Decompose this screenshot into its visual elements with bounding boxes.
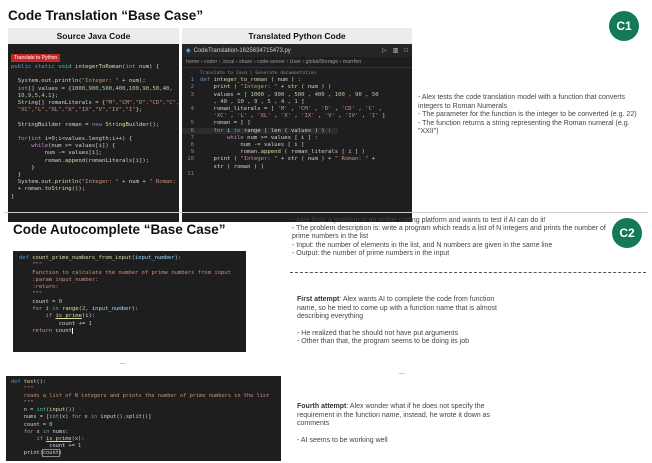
- first-attempt-description: First attempt: Alex wants AI to complete…: [297, 296, 509, 322]
- java-code: public static void integerToRoman(int nu…: [11, 64, 179, 200]
- first-attempt-code: def count_prime_numbers_from_input(input…: [19, 255, 231, 334]
- java-translate-tab[interactable]: Translate to Python: [11, 54, 61, 62]
- python-file-tab[interactable]: CodeTranslation-1625634715473.py: [194, 48, 291, 54]
- python-code: Translate to Java | Generate documentati…: [182, 68, 412, 178]
- intro-line: - The problem description is: write a pr…: [292, 225, 606, 241]
- java-panel: Source Java Code Translate to Python pub…: [8, 28, 179, 222]
- first-attempt-label: First attempt: [297, 296, 340, 303]
- more-actions-icon[interactable]: □: [404, 48, 408, 54]
- fourth-attempt-description: Fourth attempt: Alex wonder what if he d…: [297, 403, 513, 429]
- python-header: Translated Python Code: [182, 28, 412, 44]
- fourth-attempt-note: - AI seems to be working well: [297, 436, 388, 444]
- split-editor-icon[interactable]: ▥: [393, 47, 399, 54]
- left-ellipsis: ...: [120, 359, 126, 366]
- fourth-attempt-editor[interactable]: def test(): """ reads a list of N intege…: [6, 376, 281, 461]
- intro-line: - Alex finds a problem in an online codi…: [292, 217, 546, 224]
- python-breadcrumb[interactable]: home › coder › .local › share › code-ser…: [182, 57, 412, 68]
- section2-intro: - Alex finds a problem in an online codi…: [292, 217, 610, 258]
- first-attempt-editor[interactable]: def count_prime_numbers_from_input(input…: [13, 251, 246, 352]
- section2-title: Code Autocomplete “Base Case”: [13, 222, 226, 237]
- intro-line: - Input: the number of elements in the l…: [292, 241, 553, 249]
- python-panel: Translated Python Code ◆ CodeTranslation…: [182, 28, 412, 222]
- java-header: Source Java Code: [8, 28, 179, 44]
- section1-title: Code Translation “Base Case”: [8, 8, 204, 23]
- fourth-attempt-notes: Fourth attempt: Alex wonder what if he d…: [297, 403, 513, 445]
- java-editor[interactable]: Translate to Python public static void i…: [8, 44, 179, 222]
- section1-note: - The parameter for the function is the …: [418, 111, 637, 119]
- dashed-separator: [290, 272, 646, 273]
- first-attempt-note: - Other than that, the program seems to …: [297, 338, 469, 346]
- c2-badge: C2: [612, 218, 642, 248]
- section-divider: [4, 212, 648, 213]
- first-attempt-note: - He realized that he should not have pu…: [297, 329, 459, 337]
- first-attempt-notes: First attempt: Alex wants AI to complete…: [297, 296, 509, 347]
- c1-badge: C1: [609, 11, 639, 41]
- fourth-attempt-code: def test(): """ reads a list of N intege…: [11, 379, 270, 457]
- right-ellipsis: ...: [399, 369, 405, 376]
- section1-note: - Alex tests the code translation model …: [418, 94, 625, 110]
- python-titlebar: ◆ CodeTranslation-1625634715473.py ▷ ▥ □: [182, 44, 412, 57]
- python-file-icon: ◆: [186, 48, 191, 54]
- python-editor[interactable]: ◆ CodeTranslation-1625634715473.py ▷ ▥ □…: [182, 44, 412, 222]
- python-codelens-hint[interactable]: Translate to Java | Generate documentati…: [200, 71, 316, 76]
- section1-note: - The function returns a string represen…: [418, 119, 630, 136]
- intro-line: - Output: the number of prime numbers in…: [292, 249, 450, 257]
- section1-notes: - Alex tests the code translation model …: [418, 94, 643, 137]
- fourth-attempt-label: Fourth attempt: [297, 403, 347, 410]
- run-icon[interactable]: ▷: [382, 47, 387, 54]
